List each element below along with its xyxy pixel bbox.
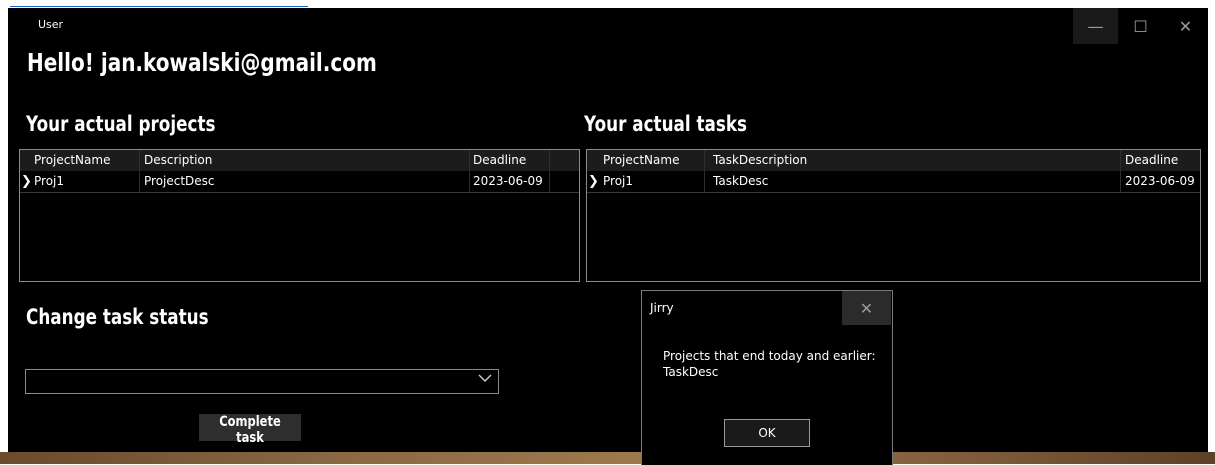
window-controls: — ☐ ✕ [1073, 8, 1208, 44]
tasks-col-deadline[interactable]: Deadline [1125, 150, 1199, 171]
change-status-heading: Change task status [26, 305, 209, 329]
projects-grid[interactable]: ProjectName Description Deadline ❯ Proj1… [19, 149, 580, 282]
task-status-select[interactable] [25, 369, 499, 394]
tasks-grid[interactable]: ProjectName TaskDescription Deadline ❯ P… [586, 149, 1201, 282]
close-icon: ✕ [1178, 16, 1193, 36]
background-strip-left [0, 8, 8, 452]
close-button[interactable]: ✕ [1163, 8, 1208, 44]
projects-heading: Your actual projects [26, 112, 216, 136]
dialog-message: Projects that end today and earlier: Tas… [663, 348, 876, 380]
projects-header-row: ProjectName Description Deadline [20, 150, 579, 172]
dialog-ok-button[interactable]: OK [724, 419, 810, 447]
tasks-col-taskdescription[interactable]: TaskDescription [713, 150, 1118, 171]
greeting-heading: Hello! jan.kowalski@gmail.com [27, 48, 377, 77]
dialog-titlebar: Jirry ✕ [642, 291, 892, 325]
table-row[interactable]: ❯ Proj1 TaskDesc 2023-06-09 [587, 171, 1200, 193]
maximize-button[interactable]: ☐ [1118, 8, 1163, 44]
user-window: User — ☐ ✕ Hello! jan.kowalski@gmail.com… [8, 8, 1208, 452]
close-icon: ✕ [859, 298, 874, 318]
window-title: User [38, 18, 64, 31]
tasks-col-projectname[interactable]: ProjectName [603, 150, 709, 171]
tasks-header-row: ProjectName TaskDescription Deadline [587, 150, 1200, 172]
projects-col-description[interactable]: Description [144, 150, 469, 171]
minimize-icon: — [1087, 16, 1104, 36]
background-strip-bottom [0, 452, 1215, 464]
tasks-heading: Your actual tasks [584, 112, 748, 136]
maximize-icon: ☐ [1133, 16, 1148, 36]
projects-cell-description[interactable]: ProjectDesc [144, 171, 466, 192]
dialog-message-line1: Projects that end today and earlier: [663, 349, 876, 363]
projects-col-deadline[interactable]: Deadline [473, 150, 553, 171]
message-dialog: Jirry ✕ Projects that end today and earl… [641, 290, 893, 465]
row-indicator-icon: ❯ [588, 174, 599, 189]
complete-task-button[interactable]: Complete task [199, 414, 301, 446]
background-strip-top [0, 0, 1215, 8]
projects-col-projectname[interactable]: ProjectName [34, 150, 142, 171]
row-indicator-icon: ❯ [21, 174, 32, 189]
tasks-cell-taskdescription[interactable]: TaskDesc [713, 171, 1117, 192]
dialog-title: Jirry [650, 301, 674, 315]
background-link [10, 0, 308, 7]
background-strip-right [1208, 8, 1215, 452]
chevron-down-icon [478, 371, 492, 387]
tasks-cell-projectname[interactable]: Proj1 [603, 171, 703, 192]
projects-cell-projectname[interactable]: Proj1 [34, 171, 138, 192]
dialog-close-button[interactable]: ✕ [842, 291, 891, 325]
projects-cell-deadline[interactable]: 2023-06-09 [473, 171, 551, 192]
table-row[interactable]: ❯ Proj1 ProjectDesc 2023-06-09 [20, 171, 579, 193]
tasks-cell-deadline[interactable]: 2023-06-09 [1125, 171, 1199, 192]
dialog-message-line2: TaskDesc [663, 365, 719, 379]
minimize-button[interactable]: — [1073, 8, 1118, 44]
